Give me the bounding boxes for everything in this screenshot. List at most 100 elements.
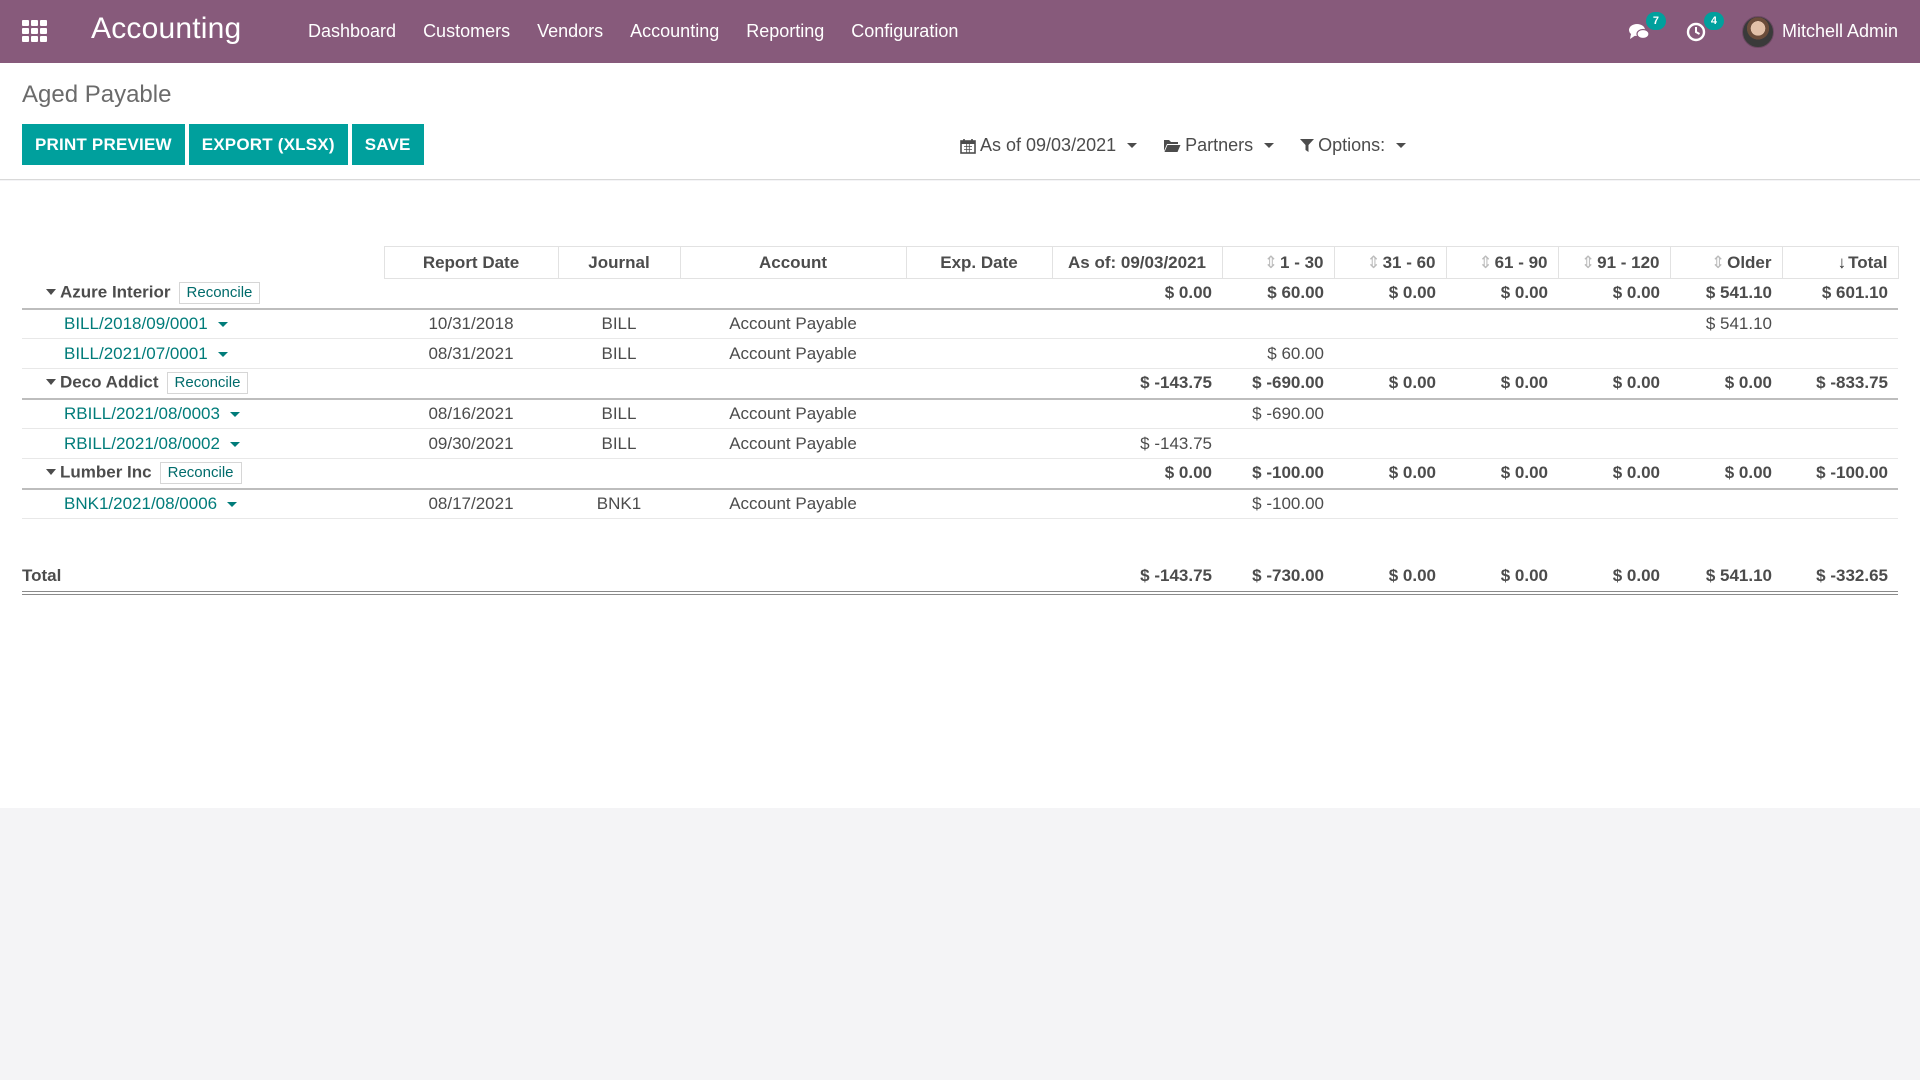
doc-cell: BILL/2021/07/0001 [22, 338, 384, 369]
print-preview-button[interactable]: PRINT PREVIEW [22, 124, 185, 165]
partner-cell: Lumber Inc Reconcile [22, 458, 384, 490]
amount-cell [1670, 488, 1782, 519]
amount-cell [1052, 488, 1222, 519]
amount-cell: $ 0.00 [1558, 458, 1670, 490]
partner-name[interactable]: Azure Interior [60, 282, 171, 301]
col-91-120[interactable]: ⇕ 91 - 120 [1557, 246, 1671, 279]
doc-cell: BILL/2018/09/0001 [22, 308, 384, 339]
amount-cell: $ 541.10 [1670, 560, 1782, 595]
partner-row: Azure Interior Reconcile $ 0.00 $ 60.00 $… [22, 278, 1898, 310]
caret-down-icon[interactable] [46, 469, 56, 476]
spacer-row [22, 519, 1898, 561]
col-journal[interactable]: Journal [557, 246, 681, 279]
caret-down-icon[interactable] [229, 441, 240, 447]
caret-down-icon[interactable] [46, 379, 56, 386]
amount-cell [1222, 308, 1334, 339]
export-xlsx-button[interactable]: EXPORT (XLSX) [188, 124, 348, 165]
amount-cell: $ 601.10 [1782, 278, 1898, 310]
user-name: Mitchell Admin [1781, 21, 1898, 41]
save-button[interactable]: SAVE [351, 124, 424, 165]
amount-cell [1670, 338, 1782, 369]
doc-cell: RBILL/2021/08/0002 [22, 428, 384, 459]
col-account[interactable]: Account [679, 246, 907, 279]
activities-tray[interactable]: 4 [1686, 11, 1724, 42]
caret-down-icon[interactable] [217, 351, 228, 357]
col-exp-date[interactable]: Exp. Date [905, 246, 1053, 279]
caret-down-icon[interactable] [227, 501, 238, 507]
menu-item-accounting[interactable]: Accounting [630, 21, 719, 42]
calendar-icon [960, 138, 976, 154]
date-filter-label: As of 09/03/2021 [980, 135, 1117, 155]
amount-cell [1052, 398, 1222, 429]
doc-link[interactable]: BILL/2021/07/0001 [22, 344, 208, 363]
user-menu[interactable]: Mitchell Admin [1741, 15, 1898, 48]
page-title: Aged Payable [22, 81, 172, 108]
table-row: BILL/2021/07/0001 08/31/2021 BILL Accoun… [22, 338, 1898, 369]
report-date-cell: 09/30/2021 [384, 428, 558, 459]
table-row: RBILL/2021/08/0003 08/16/2021 BILL Accou… [22, 398, 1898, 429]
table-row: RBILL/2021/08/0002 09/30/2021 BILL Accou… [22, 428, 1898, 459]
header-row: Report Date Journal Account Exp. Date As… [22, 246, 1899, 279]
partner-name[interactable]: Deco Addict [60, 373, 159, 392]
amount-cell: $ 0.00 [1334, 368, 1446, 400]
col-91-120-label: 91 - 120 [1597, 252, 1660, 272]
top-navbar: Accounting Dashboard Customers Vendors A… [0, 0, 1920, 63]
account-cell: Account Payable [680, 488, 906, 519]
total-label: Total [22, 560, 384, 595]
reconcile-button[interactable]: Reconcile [166, 372, 249, 395]
menu-item-configuration[interactable]: Configuration [851, 21, 958, 42]
amount-cell: $ 0.00 [1446, 278, 1558, 310]
amount-cell: $ 0.00 [1334, 560, 1446, 595]
menu-item-reporting[interactable]: Reporting [746, 21, 824, 42]
caret-down-icon[interactable] [229, 411, 240, 417]
col-61-90[interactable]: ⇕ 61 - 90 [1445, 246, 1559, 279]
account-cell: Account Payable [680, 308, 906, 339]
options-filter-dropdown[interactable]: Options: [1300, 135, 1407, 156]
amount-cell: $ -833.75 [1782, 368, 1898, 400]
doc-link[interactable]: BILL/2018/09/0001 [22, 314, 208, 333]
partner-name[interactable]: Lumber Inc [60, 463, 152, 482]
report-content: Report Date Journal Account Exp. Date As… [0, 181, 1920, 808]
app-brand[interactable]: Accounting [91, 12, 241, 46]
partners-filter-dropdown[interactable]: Partners [1163, 135, 1275, 156]
col-31-60[interactable]: ⇕ 31 - 60 [1333, 246, 1447, 279]
journal-cell: BILL [558, 398, 680, 429]
col-total-label: Total [1848, 252, 1888, 272]
doc-link[interactable]: BNK1/2021/08/0006 [22, 494, 217, 513]
sort-down-icon: ↓ [1837, 252, 1847, 272]
doc-link[interactable]: RBILL/2021/08/0003 [22, 404, 220, 423]
table-row: BNK1/2021/08/0006 08/17/2021 BNK1 Accoun… [22, 488, 1898, 519]
menu-item-dashboard[interactable]: Dashboard [308, 21, 396, 42]
menu-item-vendors[interactable]: Vendors [537, 21, 603, 42]
sort-icon: ⇕ [1263, 252, 1279, 272]
avatar [1741, 15, 1774, 48]
amount-cell: $ 0.00 [1558, 368, 1670, 400]
amount-cell: $ -100.00 [1222, 488, 1334, 519]
amount-cell [1670, 428, 1782, 459]
apps-menu-icon[interactable] [22, 20, 48, 42]
messages-tray[interactable]: 7 [1628, 11, 1666, 42]
col-older[interactable]: ⇕ Older [1669, 246, 1783, 279]
caret-down-icon[interactable] [217, 321, 228, 327]
amount-cell: $ -690.00 [1222, 368, 1334, 400]
filter-funnel-icon [1300, 139, 1315, 152]
amount-cell: $ 0.00 [1052, 458, 1222, 490]
date-filter-dropdown[interactable]: As of 09/03/2021 [960, 135, 1138, 156]
amount-cell: $ 0.00 [1446, 368, 1558, 400]
doc-link[interactable]: RBILL/2021/08/0002 [22, 434, 220, 453]
col-as-of[interactable]: As of: 09/03/2021 [1051, 246, 1223, 279]
caret-down-icon[interactable] [46, 289, 56, 295]
menu-item-customers[interactable]: Customers [423, 21, 510, 42]
reconcile-button[interactable]: Reconcile [159, 462, 242, 485]
account-cell: Account Payable [680, 398, 906, 429]
col-report-date[interactable]: Report Date [383, 246, 559, 279]
reconcile-button[interactable]: Reconcile [178, 282, 261, 304]
col-total[interactable]: ↓ Total [1781, 246, 1899, 279]
report-date-cell: 10/31/2018 [384, 308, 558, 339]
doc-cell: RBILL/2021/08/0003 [22, 398, 384, 429]
report-filters: As of 09/03/2021 Partners Options: [960, 135, 1432, 156]
activities-count-badge: 4 [1703, 11, 1724, 30]
clock-icon [1686, 22, 1706, 41]
col-1-30[interactable]: ⇕ 1 - 30 [1221, 246, 1335, 279]
amount-cell: $ 541.10 [1670, 278, 1782, 310]
